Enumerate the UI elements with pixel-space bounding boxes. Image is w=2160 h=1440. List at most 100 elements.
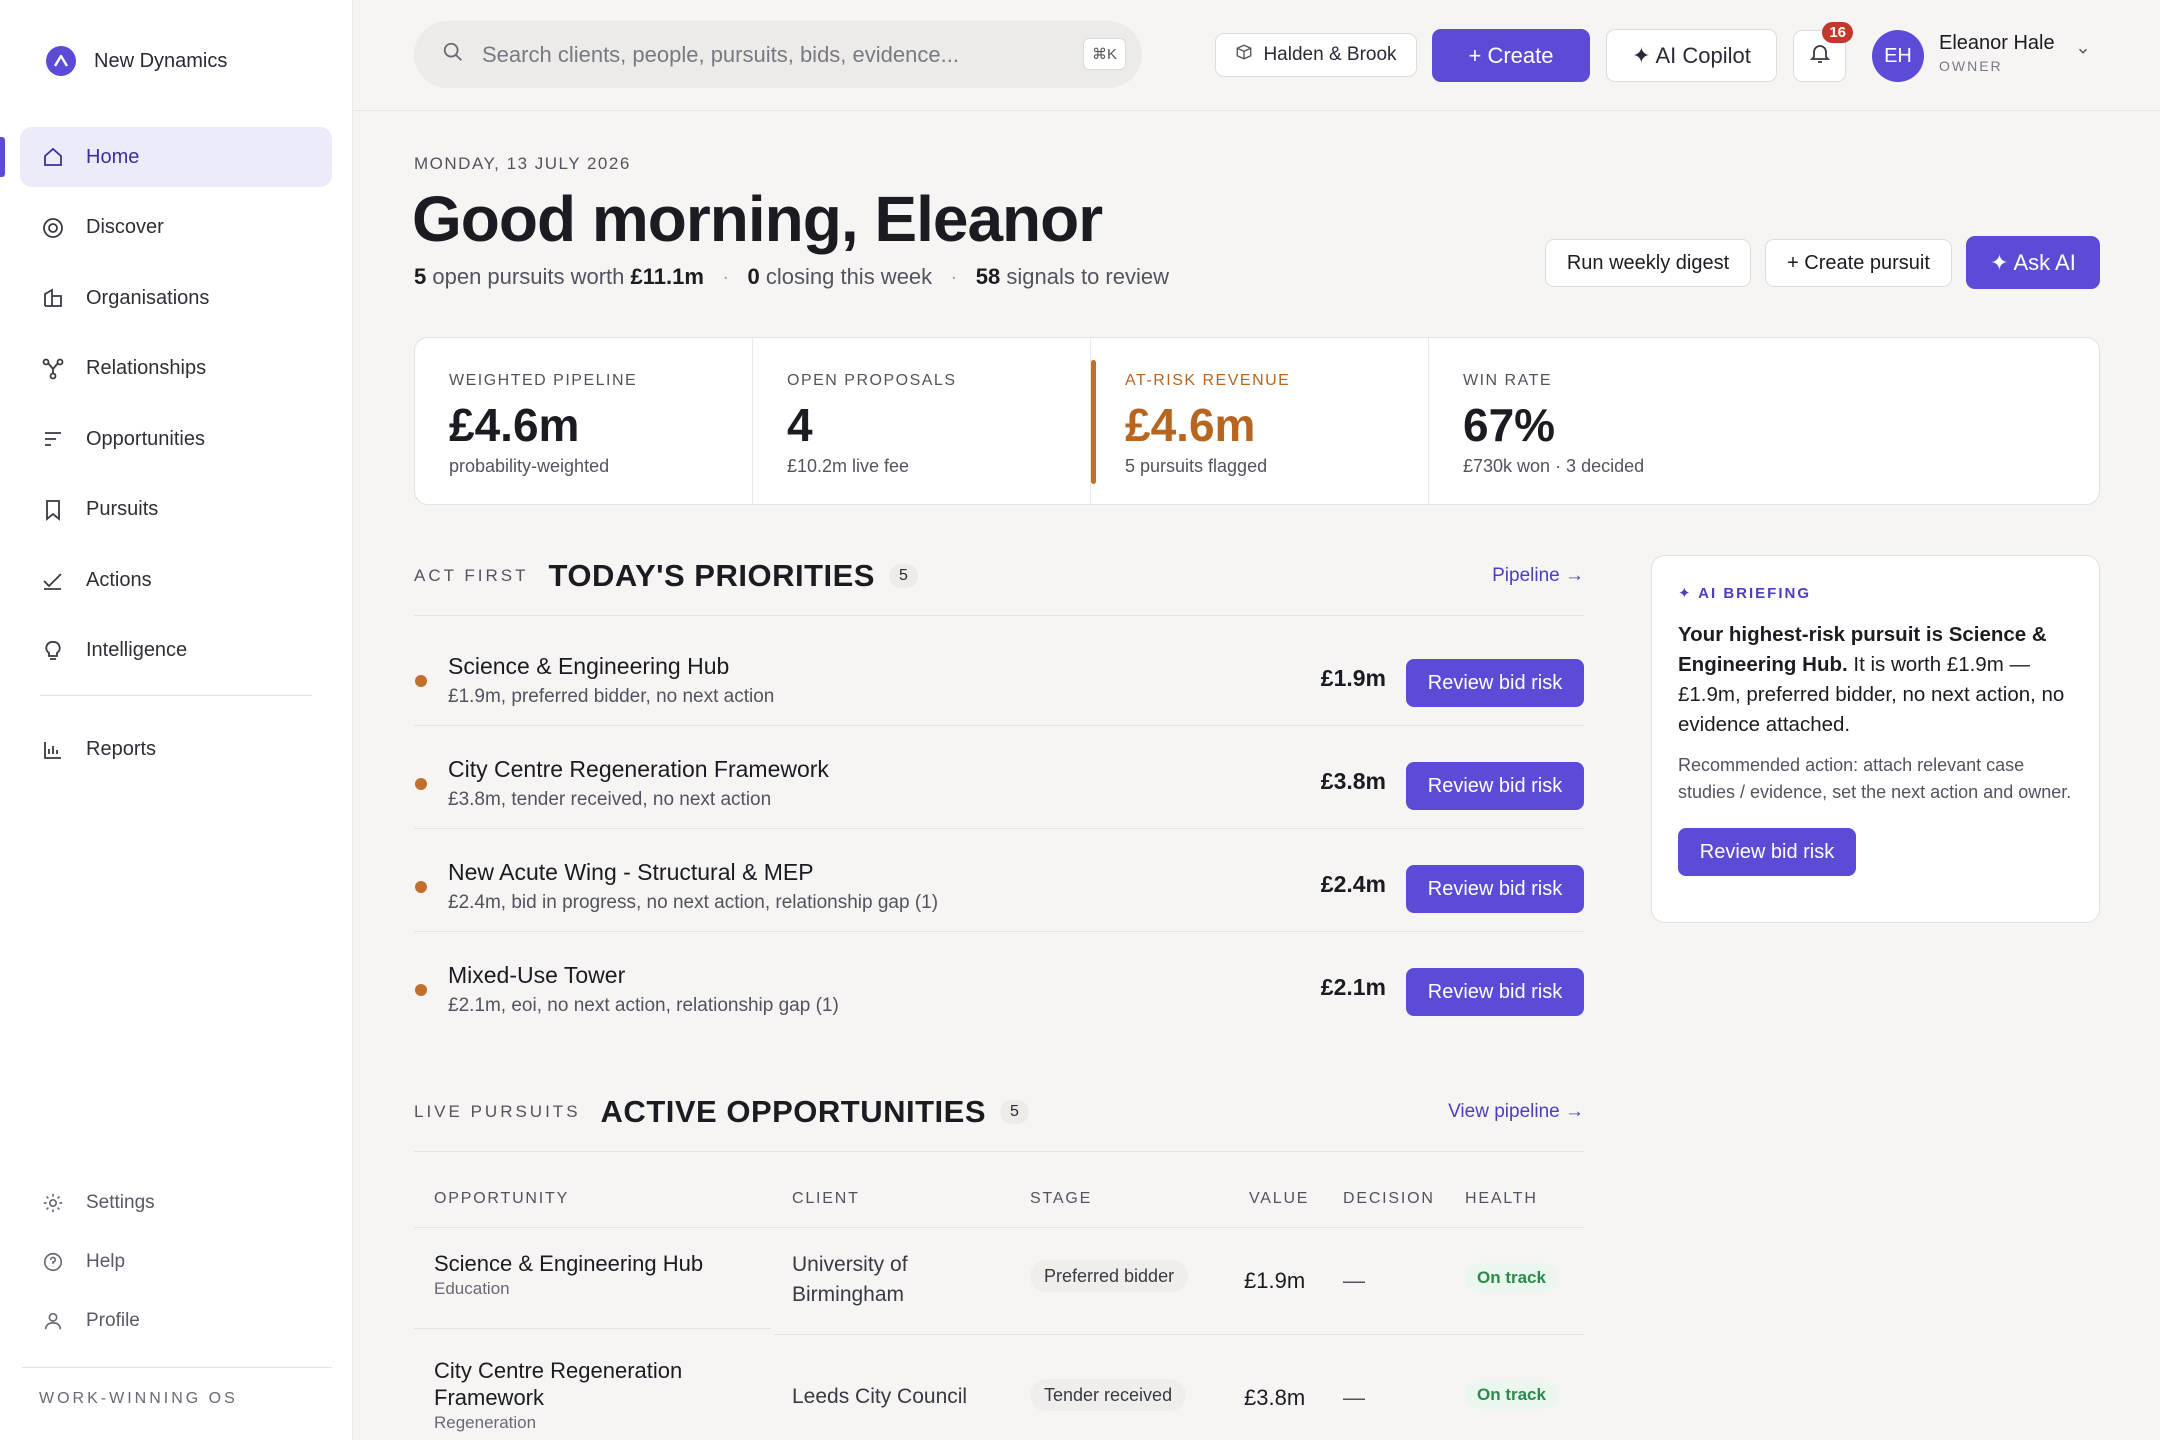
priority-item[interactable]: Science & Engineering Hub £1.9m, preferr… bbox=[414, 623, 1584, 726]
closing-count: 0 bbox=[747, 264, 760, 289]
nav-item-actions[interactable]: Actions bbox=[20, 550, 332, 610]
opportunity-value: £1.9m bbox=[1244, 1268, 1306, 1293]
opportunity-name[interactable]: City Centre Regeneration Framework bbox=[434, 1357, 754, 1411]
column-header[interactable]: OPPORTUNITY bbox=[434, 1190, 569, 1208]
check-icon bbox=[40, 567, 66, 593]
section-count: 5 bbox=[888, 564, 918, 588]
user-icon bbox=[40, 1308, 66, 1334]
nav-label: Opportunities bbox=[86, 427, 205, 450]
risk-dot-icon bbox=[415, 881, 427, 893]
kpi-weighted-pipeline[interactable]: WEIGHTED PIPELINE £4.6m probability-weig… bbox=[415, 338, 753, 504]
nav-item-reports[interactable]: Reports bbox=[20, 720, 332, 780]
kpi-sub: £10.2m live fee bbox=[787, 456, 910, 476]
table-row[interactable]: City Centre Regeneration Framework Regen… bbox=[414, 1335, 1584, 1440]
opportunities-table-header: OPPORTUNITY CLIENT STAGE VALUE DECISION … bbox=[414, 1174, 1584, 1228]
workspace-switcher[interactable]: Halden & Brook bbox=[1215, 33, 1417, 77]
user-name[interactable]: Eleanor Hale bbox=[1939, 32, 2055, 55]
search-bar[interactable]: ⌘K bbox=[414, 21, 1142, 88]
review-bid-risk-button[interactable]: Review bid risk bbox=[1406, 659, 1584, 707]
user-role: OWNER bbox=[1939, 58, 2003, 74]
kpi-value: £4.6m bbox=[1125, 399, 1256, 451]
column-header[interactable]: CLIENT bbox=[792, 1190, 860, 1208]
nav-label: Actions bbox=[86, 568, 152, 591]
nav-label: Help bbox=[86, 1251, 126, 1272]
review-bid-risk-button[interactable]: Review bid risk bbox=[1678, 828, 1856, 876]
risk-dot-icon bbox=[415, 778, 427, 790]
create-button[interactable]: + Create bbox=[1432, 29, 1590, 82]
column-header[interactable]: HEALTH bbox=[1465, 1190, 1538, 1208]
nav-item-help[interactable]: Help bbox=[20, 1237, 332, 1287]
open-text: open pursuits worth bbox=[432, 264, 625, 289]
nav-label: Settings bbox=[86, 1192, 155, 1213]
kpi-at-risk-revenue[interactable]: AT-RISK REVENUE £4.6m 5 pursuits flagged bbox=[1091, 338, 1429, 504]
priority-item[interactable]: Mixed-Use Tower £2.1m, eoi, no next acti… bbox=[414, 932, 1584, 1035]
signals-count: 58 bbox=[975, 264, 1001, 289]
nav-item-opportunities[interactable]: Opportunities bbox=[20, 409, 332, 469]
nav-item-home[interactable]: Home bbox=[0, 127, 332, 187]
kpi-label: WEIGHTED PIPELINE bbox=[449, 372, 638, 389]
column-header[interactable]: DECISION bbox=[1343, 1190, 1435, 1208]
kpi-open-proposals[interactable]: OPEN PROPOSALS 4 £10.2m live fee bbox=[753, 338, 1091, 504]
brand[interactable]: New Dynamics bbox=[46, 46, 227, 76]
nav-label: Pursuits bbox=[86, 498, 159, 520]
open-value: £11.1m bbox=[630, 264, 704, 289]
kpi-label: AT-RISK REVENUE bbox=[1125, 372, 1291, 389]
bookmark-icon bbox=[40, 497, 66, 523]
column-header[interactable]: VALUE bbox=[1249, 1190, 1309, 1208]
box-icon bbox=[1235, 43, 1253, 67]
pipeline-link[interactable]: Pipeline → bbox=[1492, 565, 1584, 587]
brand-name: New Dynamics bbox=[94, 49, 228, 72]
avatar[interactable]: EH bbox=[1872, 30, 1924, 82]
kpi-sub: probability-weighted bbox=[449, 456, 610, 476]
kpi-win-rate[interactable]: WIN RATE 67% £730k won · 3 decided bbox=[1429, 338, 2099, 504]
ai-briefing-card: ✦ AI BRIEFING Your highest-risk pursuit … bbox=[1651, 555, 2100, 923]
create-pursuit-button[interactable]: + Create pursuit bbox=[1765, 239, 1952, 287]
kpi-sub: £730k won · 3 decided bbox=[1463, 456, 1645, 476]
kpi-sub: 5 pursuits flagged bbox=[1125, 456, 1268, 476]
nav-item-pursuits[interactable]: Pursuits bbox=[20, 480, 332, 540]
notification-count: 16 bbox=[1822, 22, 1853, 43]
ai-copilot-button[interactable]: ✦ AI Copilot bbox=[1606, 29, 1777, 82]
nav-item-settings[interactable]: Settings bbox=[20, 1178, 332, 1228]
list-icon bbox=[40, 426, 66, 452]
review-bid-risk-button[interactable]: Review bid risk bbox=[1406, 968, 1584, 1016]
priority-value: £2.1m bbox=[1320, 974, 1386, 1000]
nav-item-relationships[interactable]: Relationships bbox=[20, 339, 332, 399]
priority-title: New Acute Wing - Structural & MEP bbox=[448, 859, 814, 885]
nav-item-discover[interactable]: Discover bbox=[20, 198, 332, 258]
priorities-header: ACT FIRST TODAY'S PRIORITIES 5 Pipeline … bbox=[414, 558, 1584, 594]
review-bid-risk-button[interactable]: Review bid risk bbox=[1406, 762, 1584, 810]
signals-text: signals to review bbox=[1006, 264, 1169, 289]
table-row[interactable]: Science & Engineering Hub Education Univ… bbox=[414, 1228, 1584, 1335]
home-icon bbox=[40, 144, 66, 170]
priority-item[interactable]: City Centre Regeneration Framework £3.8m… bbox=[414, 726, 1584, 829]
sidebar-footer-divider bbox=[22, 1367, 332, 1368]
sidebar: New Dynamics Home Discover Organisations… bbox=[0, 0, 353, 1440]
notifications-button[interactable]: 16 bbox=[1793, 22, 1853, 82]
nav-item-organisations[interactable]: Organisations bbox=[20, 268, 332, 328]
nav-item-profile[interactable]: Profile bbox=[20, 1296, 332, 1346]
review-bid-risk-button[interactable]: Review bid risk bbox=[1406, 865, 1584, 913]
page-date: MONDAY, 13 JULY 2026 bbox=[414, 154, 631, 173]
chevron-down-icon[interactable] bbox=[2076, 44, 2090, 63]
column-header[interactable]: STAGE bbox=[1030, 1190, 1092, 1208]
priority-title: City Centre Regeneration Framework bbox=[448, 756, 829, 782]
sidebar-footer: WORK-WINNING OS bbox=[39, 1390, 238, 1407]
workspace-name: Halden & Brook bbox=[1263, 44, 1397, 65]
kpi-value: £4.6m bbox=[449, 399, 580, 451]
opportunity-sector: Regeneration bbox=[434, 1413, 537, 1432]
nav-item-intelligence[interactable]: Intelligence bbox=[20, 621, 332, 681]
search-input[interactable] bbox=[482, 41, 1062, 68]
nav-divider bbox=[40, 694, 312, 696]
row-divider bbox=[414, 1328, 771, 1329]
nav-label: Profile bbox=[86, 1310, 140, 1331]
view-pipeline-link[interactable]: View pipeline → bbox=[1448, 1101, 1584, 1123]
kpi-value: 67% bbox=[1463, 399, 1556, 451]
nav-label: Relationships bbox=[86, 357, 207, 379]
opportunity-name[interactable]: Science & Engineering Hub bbox=[434, 1250, 774, 1277]
priority-item[interactable]: New Acute Wing - Structural & MEP £2.4m,… bbox=[414, 829, 1584, 932]
run-weekly-digest-button[interactable]: Run weekly digest bbox=[1545, 239, 1751, 287]
ask-ai-button[interactable]: ✦ Ask AI bbox=[1966, 236, 2100, 289]
kpi-strip: WEIGHTED PIPELINE £4.6m probability-weig… bbox=[414, 337, 2100, 505]
decision-date: — bbox=[1343, 1268, 1365, 1293]
